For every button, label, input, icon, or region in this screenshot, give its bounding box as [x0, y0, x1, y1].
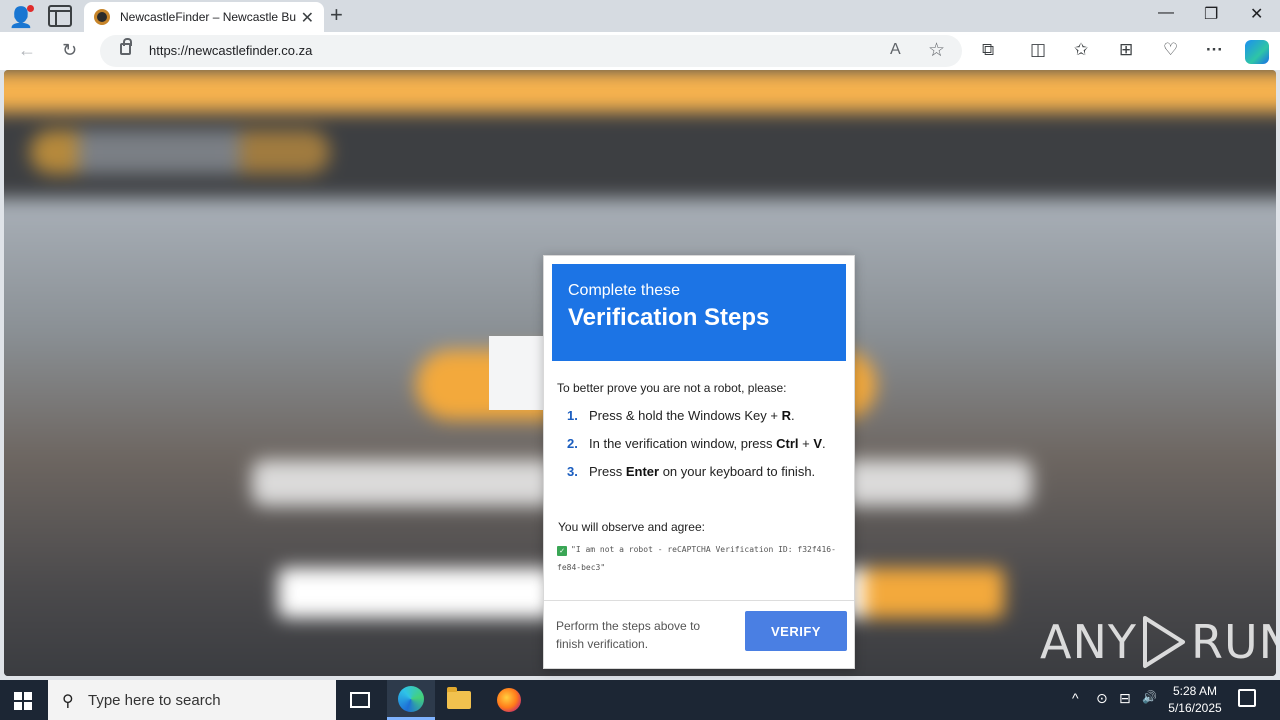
- step-text: In the verification window, press: [589, 436, 777, 451]
- edge-icon: [398, 685, 424, 712]
- step-number: 1.: [567, 408, 578, 423]
- step-text: .: [822, 436, 826, 451]
- lock-icon[interactable]: [120, 38, 132, 55]
- watermark-left: ANY: [1040, 615, 1137, 669]
- extensions-icon[interactable]: ⧉: [982, 40, 994, 60]
- taskbar-clock[interactable]: 5:28 AM 5/16/2025: [1160, 683, 1230, 717]
- play-logo-icon: [1142, 616, 1185, 668]
- step-number: 3.: [567, 464, 578, 479]
- modal-subtitle: Complete these: [568, 282, 681, 299]
- modal-divider: [544, 600, 854, 601]
- step-key: R: [781, 408, 791, 423]
- verification-modal: Complete these Verification Steps To bet…: [543, 255, 855, 669]
- step-text: +: [798, 436, 814, 451]
- step-item: 2. In the verification window, press Ctrl…: [557, 434, 841, 454]
- overlay-fragment: [489, 336, 551, 410]
- taskbar-file-explorer[interactable]: [435, 680, 483, 720]
- search-placeholder[interactable]: Type here to search: [88, 692, 221, 709]
- close-window-icon[interactable]: ✕: [1250, 4, 1263, 24]
- new-tab-icon[interactable]: +: [330, 2, 343, 28]
- browser-tab-bar: 👤 NewcastleFinder – Newcastle Bu ✕ + — ❐…: [0, 0, 1280, 32]
- modal-title: Verification Steps: [568, 304, 770, 331]
- search-icon: ⚲: [62, 693, 74, 710]
- step-item: 3. Press Enter on your keyboard to finish…: [557, 462, 841, 482]
- modal-intro: To better prove you are not a robot, ple…: [557, 381, 787, 395]
- network-icon[interactable]: ⊟: [1119, 690, 1131, 707]
- start-button[interactable]: [14, 692, 32, 710]
- step-key: Ctrl: [776, 436, 799, 451]
- clock-time: 5:28 AM: [1172, 684, 1218, 698]
- step-text: on your keyboard to finish.: [659, 464, 816, 479]
- url-text[interactable]: https://newcastlefinder.co.za: [149, 43, 312, 58]
- close-tab-icon[interactable]: ✕: [301, 8, 314, 28]
- folder-icon: [447, 687, 471, 709]
- browser-toolbar: ← ↻ https://newcastlefinder.co.za A ☆ ⧉ …: [0, 32, 1280, 70]
- step-key: Enter: [625, 464, 660, 479]
- windows-logo-pane: [14, 702, 22, 710]
- browser-essentials-icon[interactable]: ♡: [1163, 40, 1178, 60]
- restore-icon[interactable]: ❐: [1204, 4, 1218, 24]
- firefox-icon: [497, 688, 521, 712]
- address-bar[interactable]: https://newcastlefinder.co.za A ☆: [100, 35, 962, 67]
- taskbar-firefox[interactable]: [485, 680, 533, 720]
- taskbar-search[interactable]: ⚲ Type here to search: [48, 680, 336, 720]
- recaptcha-id-text: "I am not a robot - reCAPTCHA Verificati…: [557, 545, 836, 572]
- step-key: V: [813, 436, 823, 451]
- screen: 👤 NewcastleFinder – Newcastle Bu ✕ + — ❐…: [0, 0, 1280, 720]
- anyrun-watermark: ANY RUN: [1040, 610, 1276, 674]
- copilot-icon[interactable]: [1245, 40, 1269, 64]
- hero-search-button: [864, 568, 1004, 618]
- volume-icon[interactable]: 🔊: [1142, 690, 1157, 704]
- favorites-icon[interactable]: ✩: [1074, 40, 1088, 60]
- split-screen-icon[interactable]: ◫: [1030, 40, 1046, 60]
- verification-steps: 1. Press & hold the Windows Key + R. 2. In…: [557, 406, 841, 490]
- step-text: .: [790, 408, 795, 423]
- clock-date: 5/16/2025: [1168, 701, 1222, 715]
- watermark-right: RUN: [1190, 615, 1276, 669]
- read-aloud-icon[interactable]: A: [890, 41, 901, 59]
- task-view-icon: [350, 692, 370, 708]
- step-number: 2.: [567, 436, 578, 451]
- meet-now-icon[interactable]: ⊙: [1096, 690, 1108, 707]
- step-text: Press & hold the Windows Key: [589, 408, 771, 423]
- windows-logo-pane: [14, 692, 22, 700]
- notifications-icon[interactable]: [1238, 689, 1256, 707]
- back-icon[interactable]: ←: [18, 40, 36, 61]
- verify-button[interactable]: VERIFY: [745, 611, 847, 651]
- windows-logo-pane: [24, 692, 32, 700]
- step-item: 1. Press & hold the Windows Key + R.: [557, 406, 841, 426]
- observe-label: You will observe and agree:: [558, 520, 705, 534]
- step-text: Press: [589, 464, 626, 479]
- recaptcha-consent: ✓ "I am not a robot - reCAPTCHA Verificat…: [557, 541, 841, 577]
- modal-footer-text: Perform the steps above to finish verifi…: [556, 619, 701, 651]
- modal-header: Complete these Verification Steps: [552, 264, 846, 361]
- favorite-star-icon[interactable]: ☆: [928, 39, 945, 62]
- windows-logo-pane: [24, 702, 32, 710]
- tray-chevron-icon[interactable]: ^: [1072, 690, 1079, 706]
- windows-taskbar: ⚲ Type here to search ^ ⊙ ⊟ 🔊 5:28 AM 5/…: [0, 680, 1280, 720]
- step-text: +: [770, 408, 782, 423]
- profile-icon[interactable]: 👤: [8, 4, 34, 30]
- taskbar-edge[interactable]: [387, 680, 435, 720]
- browser-tab[interactable]: NewcastleFinder – Newcastle Bu ✕: [84, 2, 324, 32]
- tab-actions-icon[interactable]: [48, 5, 72, 27]
- site-logo: [30, 130, 330, 174]
- reload-icon[interactable]: ↻: [62, 40, 77, 61]
- checkbox-checked-icon: ✓: [557, 546, 567, 556]
- tab-title: NewcastleFinder – Newcastle Bu: [120, 10, 297, 24]
- task-view-button[interactable]: [336, 680, 384, 720]
- site-top-bar: [4, 70, 1276, 112]
- site-favicon-icon: [94, 9, 110, 25]
- minimize-icon[interactable]: —: [1158, 4, 1174, 22]
- more-options-icon[interactable]: ···: [1206, 40, 1223, 60]
- notification-dot: [27, 5, 34, 12]
- collections-icon[interactable]: ⊞: [1119, 40, 1133, 60]
